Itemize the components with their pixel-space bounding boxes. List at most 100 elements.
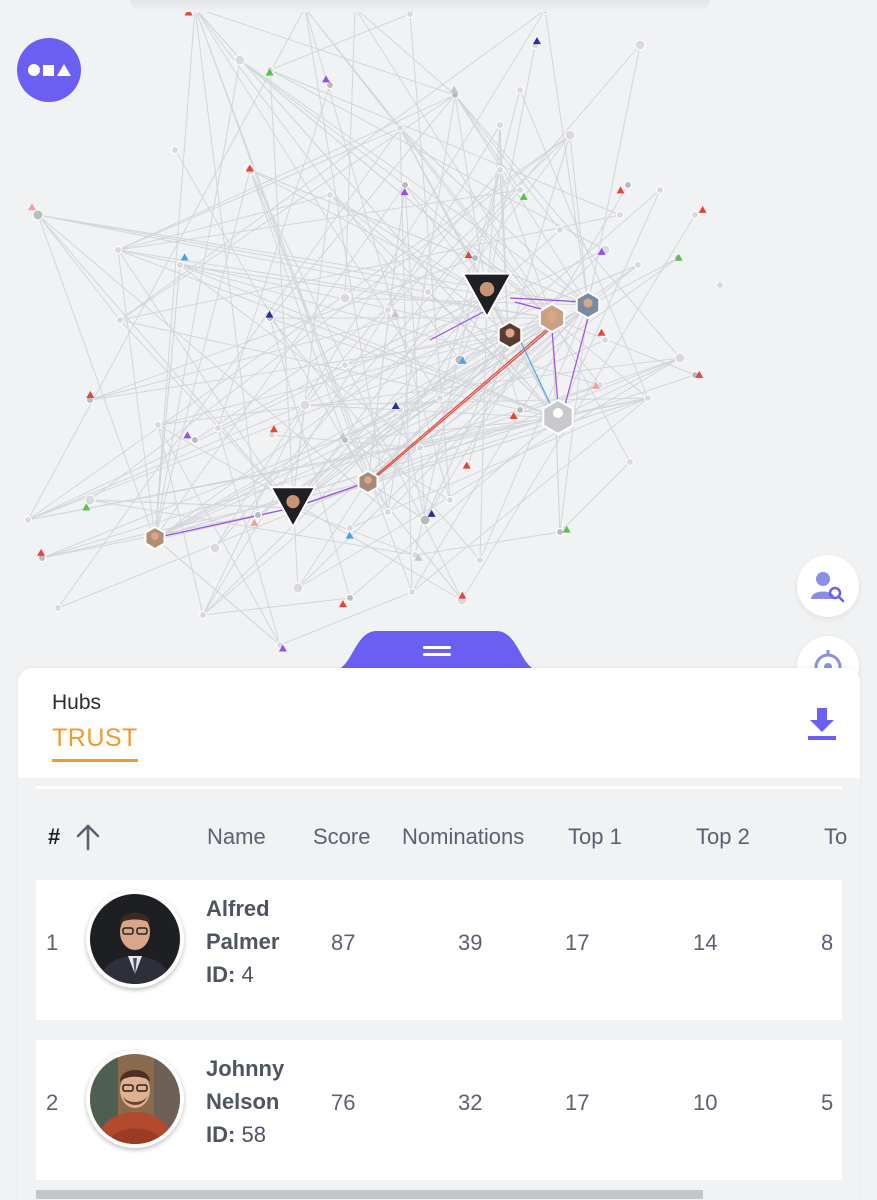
graph-node[interactable]	[299, 399, 311, 411]
graph-node[interactable]	[496, 166, 504, 174]
graph-edge	[117, 94, 456, 251]
graph-node[interactable]	[384, 306, 392, 314]
graph-node[interactable]	[476, 556, 484, 564]
header-nominations[interactable]: Nominations	[402, 824, 524, 850]
row-top3: 8	[821, 930, 834, 955]
graph-arrowhead	[532, 37, 541, 45]
graph-node[interactable]	[516, 406, 524, 414]
graph-node[interactable]	[114, 246, 122, 254]
graph-node[interactable]	[516, 186, 524, 194]
graph-node[interactable]	[634, 261, 642, 269]
graph-node[interactable]	[424, 288, 432, 296]
graph-edge	[551, 317, 696, 376]
tab-trust[interactable]: TRUST	[52, 724, 138, 762]
graph-node[interactable]	[171, 146, 179, 154]
graph-node[interactable]	[154, 421, 162, 429]
graph-node[interactable]	[516, 86, 524, 94]
network-graph[interactable]	[0, 0, 877, 660]
graph-node[interactable]	[396, 124, 404, 132]
hub-face	[286, 495, 300, 509]
graph-node[interactable]	[341, 361, 349, 369]
hub-face	[151, 532, 159, 540]
graph-node[interactable]	[54, 604, 62, 612]
last-name: Nelson	[206, 1089, 280, 1114]
graph-edge	[154, 334, 511, 539]
graph-node[interactable]	[626, 458, 634, 466]
graph-edge	[509, 134, 571, 336]
table-row[interactable]: 1 Alfred Palmer ID: 4 87 39 17 14 8	[36, 880, 842, 1020]
graph-node[interactable]	[268, 431, 276, 439]
graph-node[interactable]	[24, 516, 32, 524]
graph-node[interactable]	[496, 121, 504, 129]
graph-node[interactable]	[326, 81, 334, 89]
graph-node[interactable]	[209, 542, 221, 554]
graph-node[interactable]	[116, 316, 124, 324]
header-top3[interactable]: To	[824, 824, 847, 850]
network-graph-canvas[interactable]	[0, 0, 877, 660]
horizontal-scrollbar[interactable]	[36, 1190, 703, 1199]
row-nominations: 39	[458, 930, 483, 955]
header-top2[interactable]: Top 2	[696, 824, 750, 850]
graph-node[interactable]	[634, 39, 646, 51]
drawer-handle[interactable]	[334, 630, 539, 670]
graph-arrowhead	[27, 203, 36, 211]
graph-node[interactable]	[691, 211, 699, 219]
graph-arrowhead	[86, 390, 95, 398]
graph-node[interactable]	[84, 494, 96, 506]
graph-node[interactable]	[408, 588, 416, 596]
graph-node[interactable]	[556, 528, 564, 536]
graph-node[interactable]	[416, 444, 424, 452]
graph-edge	[291, 134, 571, 509]
graph-node[interactable]	[214, 424, 222, 432]
row-top1: 17	[565, 1090, 590, 1115]
header-rank[interactable]: #	[48, 824, 60, 850]
graph-node[interactable]	[656, 186, 664, 194]
row-score: 76	[331, 1090, 356, 1115]
graph-node[interactable]	[601, 336, 609, 344]
graph-edge	[587, 44, 641, 306]
header-name[interactable]: Name	[207, 824, 266, 850]
graph-edge	[499, 124, 509, 336]
graph-node[interactable]	[446, 496, 454, 504]
graph-node[interactable]	[401, 181, 409, 189]
table-row[interactable]: 2 Johnny Nelson ID: 58 76 32 17 10 5	[36, 1040, 842, 1180]
graph-node[interactable]	[199, 611, 207, 619]
graph-node[interactable]	[716, 281, 724, 289]
graph-node[interactable]	[326, 191, 334, 199]
graph-edge	[557, 357, 681, 419]
graph-node[interactable]	[384, 508, 392, 516]
graph-node[interactable]	[471, 254, 479, 262]
graph-arrowhead	[338, 600, 347, 608]
graph-node[interactable]	[254, 511, 262, 519]
graph-node[interactable]	[674, 352, 686, 364]
header-top1[interactable]: Top 1	[568, 824, 622, 850]
graph-node[interactable]	[624, 181, 632, 189]
row-rank: 2	[46, 1090, 59, 1115]
graph-node[interactable]	[644, 394, 652, 402]
graph-edge	[117, 249, 156, 539]
graph-node[interactable]	[339, 292, 351, 304]
graph-arrowhead	[562, 525, 571, 533]
graph-edge	[454, 94, 561, 231]
person-name[interactable]: Johnny Nelson ID: 58	[206, 1052, 284, 1151]
search-user-button[interactable]	[797, 555, 859, 617]
graph-node[interactable]	[436, 394, 444, 402]
app-logo-button[interactable]	[17, 38, 81, 102]
arrow-up-icon[interactable]	[74, 822, 102, 852]
graph-node[interactable]	[191, 436, 199, 444]
first-name: Alfred	[206, 896, 270, 921]
graph-node[interactable]	[292, 582, 304, 594]
graph-node[interactable]	[234, 54, 246, 66]
download-icon[interactable]	[806, 706, 838, 742]
graph-arrowhead	[180, 253, 189, 261]
last-name: Palmer	[206, 929, 280, 954]
graph-node[interactable]	[616, 211, 624, 219]
graph-node[interactable]	[176, 261, 184, 269]
graph-node[interactable]	[32, 209, 44, 221]
graph-node[interactable]	[564, 129, 576, 141]
person-name[interactable]: Alfred Palmer ID: 4	[206, 892, 279, 991]
header-score[interactable]: Score	[313, 824, 370, 850]
graph-node[interactable]	[346, 524, 354, 532]
graph-node[interactable]	[346, 594, 354, 602]
graph-node[interactable]	[556, 226, 564, 234]
